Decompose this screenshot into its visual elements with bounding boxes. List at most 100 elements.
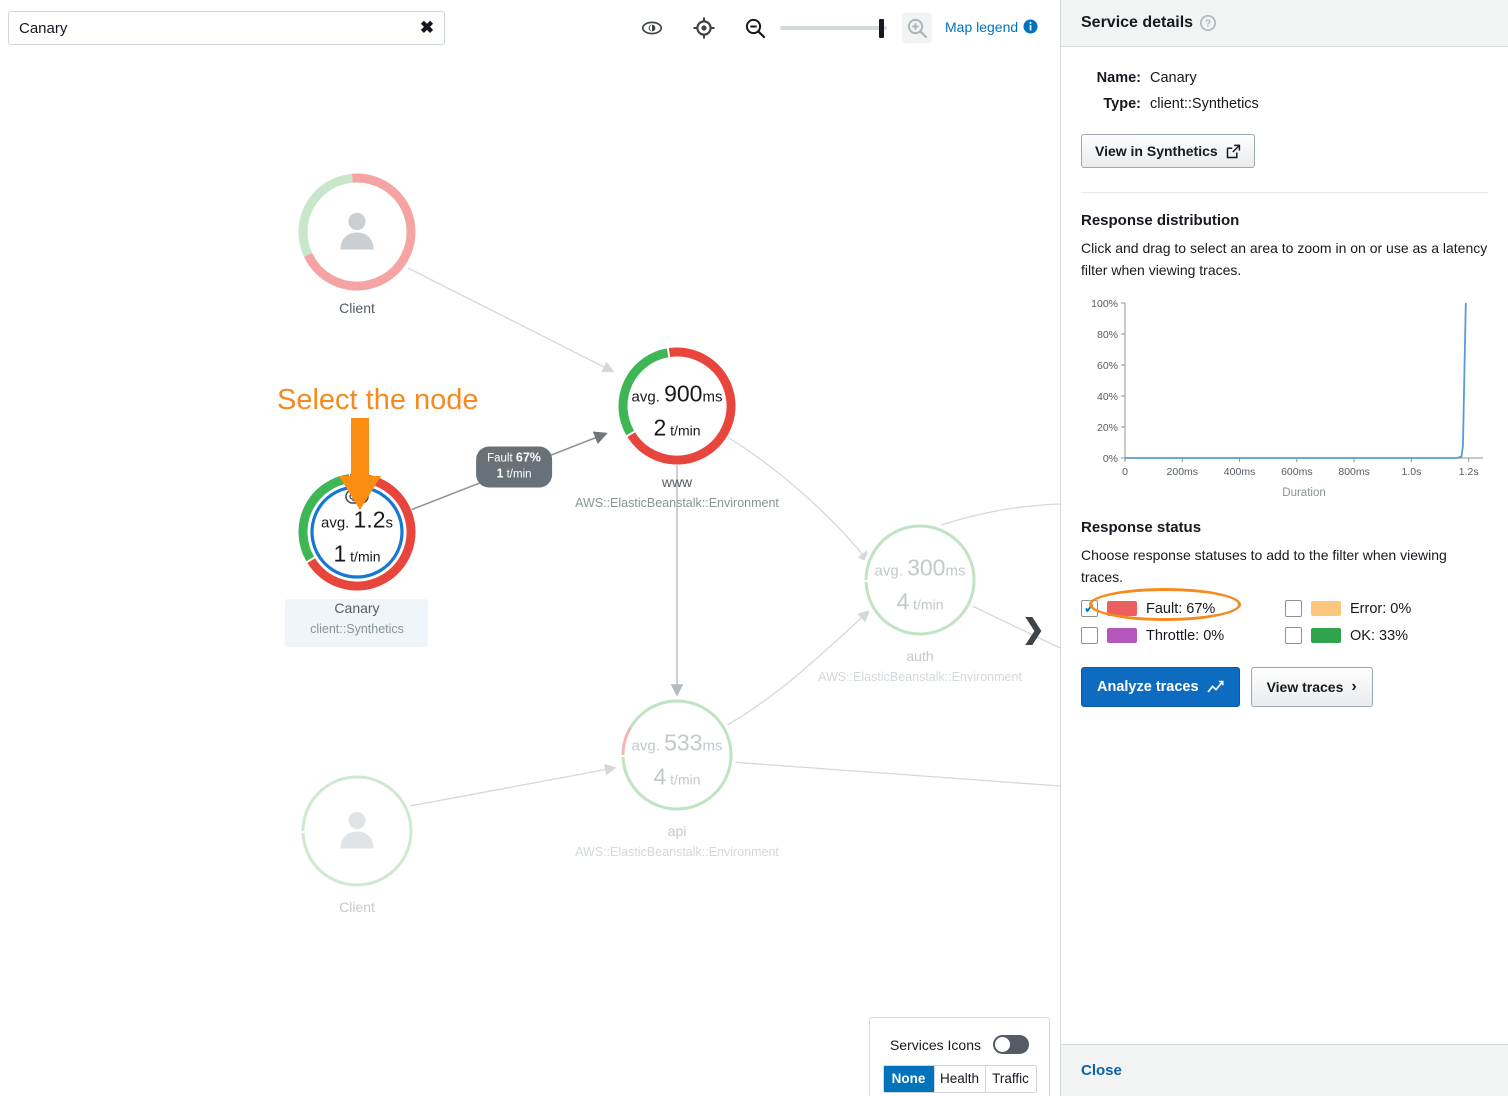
user-icon [333,206,381,259]
trace-action-buttons: Analyze traces View traces › [1081,667,1488,707]
node-sublabel-api: AWS::ElasticBeanstalk::Environment [575,845,779,859]
zoom-slider-thumb[interactable] [879,19,884,38]
node-avg-unit: ms [945,563,965,580]
ok-color-swatch [1311,628,1341,643]
edge-client-www [408,268,612,371]
segment-none[interactable]: None [884,1066,935,1092]
analyze-traces-button[interactable]: Analyze traces [1081,667,1240,707]
node-rate-value: 2 [653,415,666,441]
ok-checkbox[interactable] [1285,627,1302,644]
chart-y-tick-label: 0% [1103,453,1118,465]
node-avg-prefix: avg. [632,389,665,406]
close-button[interactable]: Close [1081,1062,1122,1079]
edge-client2-api [410,768,614,806]
fault-checkbox[interactable] [1081,600,1098,617]
error-color-swatch [1311,601,1341,616]
chart-x-axis-label: Duration [1282,487,1325,499]
throttle-checkbox[interactable] [1081,627,1098,644]
eye-icon[interactable] [637,13,667,43]
chart-y-tick-label: 100% [1091,298,1118,310]
type-key: Type: [1081,91,1141,117]
view-traces-button[interactable]: View traces › [1251,667,1373,707]
view-in-synthetics-label: View in Synthetics [1095,143,1218,159]
chart-x-tick-label: 200ms [1167,466,1199,478]
node-sizing-segmented-control[interactable]: None Health Traffic [883,1065,1037,1093]
node-avg-unit: ms [702,738,722,755]
node-sublabel-canary: client::Synthetics [310,622,404,636]
response-distribution-description: Click and drag to select an area to zoom… [1081,237,1488,281]
error-checkbox[interactable] [1285,600,1302,617]
chart-x-tick-label: 400ms [1224,466,1256,478]
status-checkbox-ok[interactable]: OK: 33% [1285,627,1489,644]
node-rate-unit: t/min [350,549,380,565]
panel-divider [1081,192,1488,193]
annotation-select-the-node: Select the node [277,384,479,417]
segment-traffic[interactable]: Traffic [986,1066,1036,1092]
node-avg-latency-www: avg. 900ms [632,381,723,408]
status-checkbox-fault[interactable]: Fault: 67% [1081,600,1285,617]
edge-api-right [731,762,1060,786]
info-icon[interactable] [1023,19,1038,34]
edge-badge-rate-unit: t/min [503,469,531,481]
clear-search-icon[interactable]: ✖ [410,12,444,44]
chart-y-tick-label: 60% [1097,360,1118,372]
annotation-arrow-down-icon [338,418,382,518]
chart-y-tick-label: 20% [1097,422,1118,434]
service-map-canvas[interactable]: ClientCanaryclient::Syntheticsavg. 1.2s1… [0,56,1060,1096]
map-toolbar: ✖ [0,0,1060,56]
chart-x-tick-label: 800ms [1338,466,1370,478]
node-label-client-top: Client [339,300,375,316]
services-icons-label: Services Icons [890,1037,981,1053]
map-legend-link[interactable]: Map legend [945,19,1038,35]
zoom-out-icon[interactable] [740,13,770,43]
focus-target-icon[interactable] [689,13,719,43]
throttle-label: Throttle: 0% [1146,628,1224,644]
node-trace-rate-canary: 1 t/min [333,541,380,568]
fault-label: Fault: 67% [1146,601,1215,617]
response-status-description: Choose response statuses to add to the f… [1081,544,1488,588]
ok-label: OK: 33% [1350,628,1408,644]
node-rate-unit: t/min [670,772,700,788]
zoom-in-icon[interactable] [902,13,932,43]
node-rate-unit: t/min [913,597,943,613]
service-details-panel: Service details ? Name: Canary Type: cli… [1060,0,1508,1096]
external-link-icon [1226,144,1241,159]
node-label-client-bottom: Client [339,899,375,915]
search-box[interactable]: ✖ [8,11,445,45]
response-distribution-chart[interactable]: 0%20%40%60%80%100%0200ms400ms600ms800ms1… [1081,295,1489,500]
panel-footer: Close [1061,1044,1508,1096]
chart-x-tick-label: 1.2s [1459,466,1479,478]
toggle-knob [995,1037,1010,1052]
node-avg-value: 300 [907,555,945,581]
throttle-color-swatch [1107,628,1137,643]
response-status-title: Response status [1081,519,1488,536]
chart-x-tick-label: 0 [1122,466,1128,478]
status-checkbox-throttle[interactable]: Throttle: 0% [1081,627,1285,644]
map-settings-card[interactable]: Services Icons None Health Traffic No no… [869,1017,1050,1096]
chart-x-tick-label: 600ms [1281,466,1313,478]
node-label-canary: Canary [334,600,379,616]
status-checkbox-error[interactable]: Error: 0% [1285,600,1489,617]
zoom-slider[interactable] [780,19,887,37]
error-label: Error: 0% [1350,601,1411,617]
expand-map-chevron-icon[interactable]: ❯ [1022,616,1045,643]
attribute-name-row: Name: Canary [1081,65,1488,91]
response-status-checkbox-grid: Fault: 67% Error: 0% Throttle: 0% OK: 33… [1081,600,1488,644]
edge-badge-canary-www-fault[interactable]: Fault 67%1 t/min [476,447,552,488]
view-in-synthetics-button[interactable]: View in Synthetics [1081,134,1255,168]
node-avg-latency-api: avg. 533ms [632,730,723,757]
node-avg-latency-auth: avg. 300ms [875,555,966,582]
node-avg-unit: s [386,515,394,532]
segment-health[interactable]: Health [935,1066,986,1092]
svg-text:?: ? [1205,19,1211,30]
type-value: client::Synthetics [1150,91,1259,117]
search-input[interactable] [9,20,410,37]
services-icons-toggle[interactable] [993,1035,1029,1054]
zoom-slider-track [780,26,887,30]
chart-line-icon [1207,680,1224,695]
node-avg-value: 900 [664,381,702,407]
help-icon[interactable]: ? [1200,15,1216,31]
analyze-traces-label: Analyze traces [1097,679,1199,695]
node-avg-prefix: avg. [632,738,665,755]
name-key: Name: [1081,65,1141,91]
